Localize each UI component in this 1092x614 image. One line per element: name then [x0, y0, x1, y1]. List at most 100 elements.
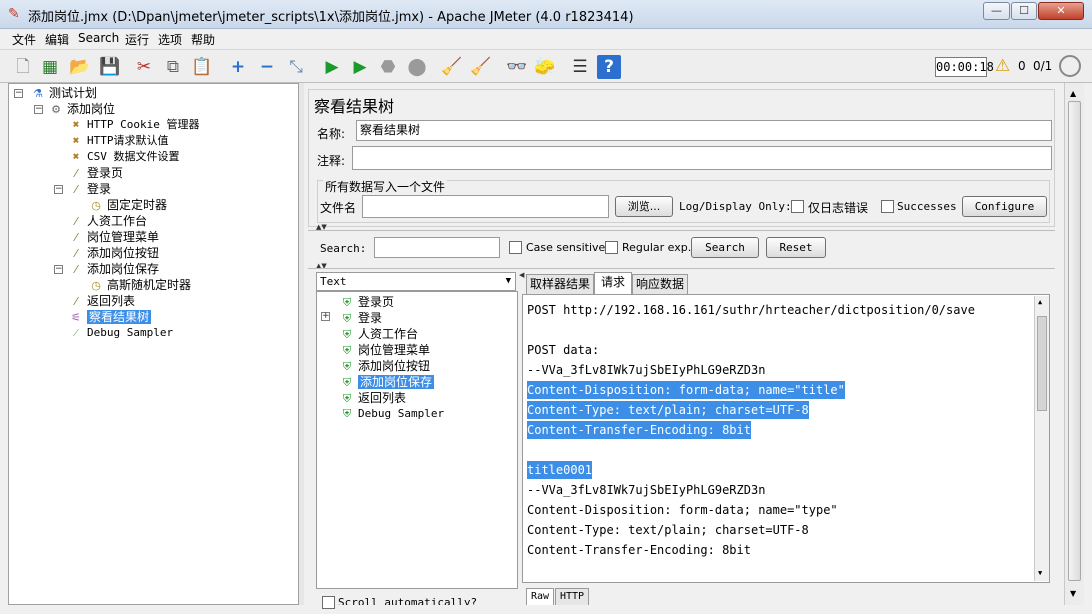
expand-toggle[interactable]: − [54, 265, 63, 274]
help-icon[interactable]: ? [597, 55, 621, 79]
start-no-pauses-icon[interactable]: ▶ [348, 55, 372, 79]
filename-input[interactable] [362, 195, 609, 218]
panel-vertical-scrollbar[interactable]: ▲ ▼ [1064, 83, 1084, 605]
cut-icon[interactable]: ✂ [132, 55, 156, 79]
minimize-button[interactable]: — [983, 2, 1010, 20]
scroll-down-icon[interactable]: ▼ [1038, 569, 1042, 577]
expand-toggle[interactable]: − [14, 89, 23, 98]
tab-response-data[interactable]: 响应数据 [632, 274, 688, 294]
clear-icon[interactable]: 🧹 [440, 55, 464, 79]
tree-item-gaussian-timer[interactable]: ◷ 高斯随机定时器 [88, 277, 191, 293]
save-icon[interactable]: 💾 [98, 55, 122, 79]
new-icon[interactable]: 🗋 [11, 55, 35, 79]
tree-item-hr-workbench[interactable]: ⁄ 人资工作台 [68, 213, 147, 229]
result-item[interactable]: ⛨ 岗位管理菜单 [339, 342, 430, 358]
menu-file[interactable]: 文件 [12, 31, 36, 48]
request-line-selected: Content-Transfer-Encoding: 8bit [527, 421, 751, 439]
scroll-up-icon[interactable]: ▲ [1038, 298, 1042, 306]
menu-run[interactable]: 运行 [125, 31, 149, 48]
tree-item-add-post-save[interactable]: ⁄ 添加岗位保存 [68, 261, 159, 277]
splitter-arrows-icon[interactable]: ◀ [519, 271, 524, 279]
reset-button[interactable]: Reset [766, 237, 826, 258]
request-line: Content-Type: text/plain; charset=UTF-8 [527, 523, 809, 537]
menu-help[interactable]: 帮助 [191, 31, 215, 48]
tools-icon: ✖ [72, 134, 80, 147]
search-input[interactable] [374, 237, 500, 258]
tree-item-test-plan[interactable]: ⚗ 测试计划 [30, 85, 97, 101]
tree-item-back-to-list[interactable]: ⁄ 返回列表 [68, 293, 135, 309]
regular-exp-checkbox[interactable] [605, 241, 618, 254]
search-button[interactable]: Search [691, 237, 759, 258]
success-shield-icon: ⛨ [342, 295, 352, 309]
menu-bar: 文件 编辑 Search 运行 选项 帮助 [0, 29, 1092, 49]
result-item[interactable]: ⛨ Debug Sampler [339, 406, 444, 422]
scroll-thumb[interactable] [1068, 101, 1081, 581]
request-text-area[interactable]: POST http://192.168.16.161/suthr/hrteach… [522, 294, 1050, 583]
tree-item-constant-timer[interactable]: ◷ 固定定时器 [88, 197, 167, 213]
warning-icon[interactable]: ⚠ [995, 57, 1013, 75]
stop-icon[interactable]: ⬣ [376, 55, 400, 79]
result-item-selected[interactable]: ⛨ 添加岗位保存 [339, 374, 435, 390]
search-binoculars-icon[interactable]: 👓 [505, 55, 529, 79]
result-item[interactable]: ⛨ 人资工作台 [339, 326, 418, 342]
tree-item-post-menu[interactable]: ⁄ 岗位管理菜单 [68, 229, 159, 245]
successes-checkbox[interactable] [881, 200, 894, 213]
errors-only-checkbox[interactable] [791, 200, 804, 213]
jmeter-feather-icon: ✎ [8, 6, 20, 22]
tree-item-http-defaults[interactable]: ✖ HTTP请求默认值 [68, 133, 169, 149]
renderer-select[interactable]: Text ▼ [316, 272, 516, 291]
successes-label: Successes [897, 200, 957, 213]
tree-item-debug-sampler[interactable]: ⁄ Debug Sampler [68, 325, 173, 341]
subtab-raw[interactable]: Raw [526, 588, 554, 605]
menu-search[interactable]: Search [78, 31, 119, 45]
reset-search-icon[interactable]: 🧽 [533, 55, 557, 79]
function-helper-icon[interactable]: ☰ [568, 55, 592, 79]
expand-toggle[interactable]: − [54, 185, 63, 194]
clear-all-icon[interactable]: 🧹 [469, 55, 493, 79]
start-icon[interactable]: ▶ [320, 55, 344, 79]
result-item[interactable]: ⛨ 登录 [339, 310, 382, 326]
subtab-http[interactable]: HTTP [555, 588, 589, 605]
scroll-up-icon[interactable]: ▲ [1070, 89, 1076, 98]
paste-icon[interactable]: 📋 [190, 55, 214, 79]
maximize-button[interactable]: ☐ [1011, 2, 1037, 20]
case-sensitive-checkbox[interactable] [509, 241, 522, 254]
result-item[interactable]: ⛨ 登录页 [339, 294, 394, 310]
result-item[interactable]: ⛨ 返回列表 [339, 390, 406, 406]
tree-item-csv-config[interactable]: ✖ CSV 数据文件设置 [68, 149, 180, 165]
tree-item-thread-group[interactable]: ⚙ 添加岗位 [48, 101, 115, 117]
comment-field[interactable] [352, 146, 1052, 170]
configure-button[interactable]: Configure [962, 196, 1047, 217]
name-field[interactable]: 察看结果树 [356, 120, 1052, 141]
toggle-icon[interactable]: ⤡ [284, 55, 308, 79]
scroll-thumb[interactable] [1037, 316, 1047, 411]
tab-request[interactable]: 请求 [594, 272, 632, 294]
pipette-icon: ⁄ [75, 262, 77, 276]
expand-icon[interactable]: + [226, 55, 250, 79]
view-results-tree-panel: 察看结果树 名称: 察看结果树 注释: 所有数据写入一个文件 文件名 浏览...… [304, 83, 1084, 609]
result-item[interactable]: ⛨ 添加岗位按钮 [339, 358, 430, 374]
tree-item-cookie-manager[interactable]: ✖ HTTP Cookie 管理器 [68, 117, 200, 133]
expand-toggle[interactable]: − [34, 105, 43, 114]
collapse-icon[interactable]: − [255, 55, 279, 79]
tree-item-login[interactable]: ⁄ 登录 [68, 181, 111, 197]
menu-options[interactable]: 选项 [158, 31, 182, 48]
log-display-label: Log/Display Only: [679, 200, 792, 213]
templates-icon[interactable]: ▦ [38, 55, 62, 79]
open-icon[interactable]: 📂 [68, 55, 92, 79]
tree-item-login-page[interactable]: ⁄ 登录页 [68, 165, 123, 181]
close-button[interactable]: ✕ [1038, 2, 1084, 20]
request-line: Content-Disposition: form-data; name="ty… [527, 503, 838, 517]
shutdown-icon[interactable]: ⬤ [405, 55, 429, 79]
tree-item-add-post-button[interactable]: ⁄ 添加岗位按钮 [68, 245, 159, 261]
scroll-down-icon[interactable]: ▼ [1070, 589, 1076, 598]
tree-item-view-results-tree[interactable]: ⚟ 察看结果树 [68, 309, 152, 325]
scroll-auto-checkbox[interactable] [322, 596, 335, 609]
copy-icon[interactable]: ⧉ [161, 55, 185, 79]
browse-button[interactable]: 浏览... [615, 196, 673, 217]
text-vertical-scrollbar[interactable]: ▲ ▼ [1034, 296, 1049, 581]
tab-sampler-result[interactable]: 取样器结果 [526, 274, 594, 294]
menu-edit[interactable]: 编辑 [45, 31, 69, 48]
expand-toggle[interactable]: + [321, 312, 330, 321]
flask-icon: ⚗ [33, 86, 43, 100]
